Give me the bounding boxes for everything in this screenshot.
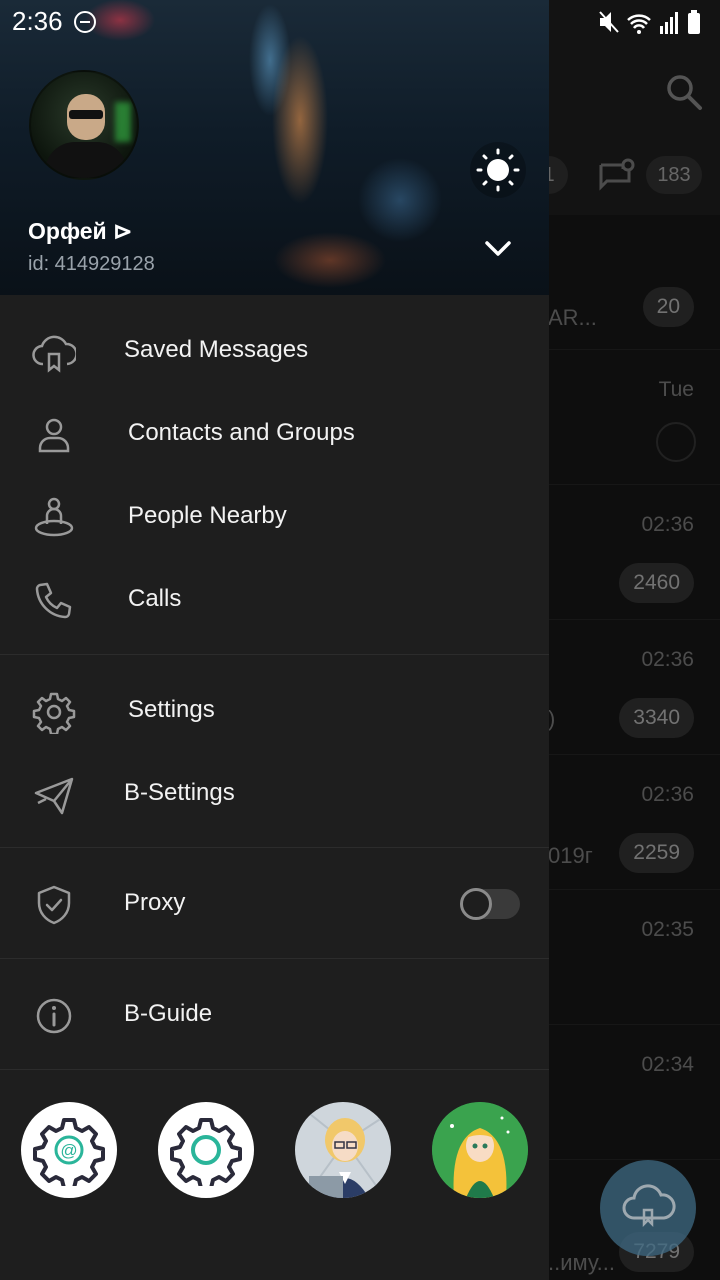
menu-item-label: B-Guide — [124, 1000, 213, 1027]
theme-toggle-button[interactable] — [470, 142, 526, 198]
status-time: 2:36 — [12, 6, 63, 36]
user-id: id: 414929128 — [28, 253, 155, 275]
menu-item-label: Contacts and Groups — [128, 419, 355, 446]
saved-messages-fab[interactable] — [600, 1160, 696, 1256]
navigation-drawer: Орфей ⊳ id: 414929128 Saved Messages Con… — [0, 0, 549, 1280]
do-not-disturb-icon — [74, 11, 96, 33]
gear-at-icon: @ — [33, 1118, 105, 1186]
menu-item-proxy[interactable]: Proxy — [0, 863, 549, 946]
user-name: Орфей ⊳ — [28, 218, 133, 244]
menu-section-settings: Settings B-Settings — [0, 655, 549, 848]
avatar[interactable] — [29, 70, 139, 180]
info-icon — [36, 998, 72, 1034]
cloud-icon — [622, 1184, 676, 1228]
account-avatar-1[interactable]: @ — [21, 1102, 117, 1198]
account-avatar-3[interactable] — [295, 1102, 391, 1198]
svg-text:@: @ — [60, 1141, 77, 1160]
menu-item-people-nearby[interactable]: People Nearby — [0, 476, 549, 559]
menu-section-main: Saved Messages Contacts and Groups Peopl… — [0, 295, 549, 655]
wifi-icon — [627, 14, 651, 34]
people-nearby-icon — [34, 497, 74, 537]
shield-icon — [37, 885, 71, 925]
anime-avatar-1 — [295, 1102, 391, 1198]
account-avatar-4[interactable] — [432, 1102, 528, 1198]
gear-icon — [32, 692, 76, 734]
anime-avatar-2 — [432, 1102, 528, 1198]
menu-item-contacts[interactable]: Contacts and Groups — [0, 393, 549, 476]
menu-item-label: Proxy — [124, 889, 186, 916]
menu-section-proxy: Proxy — [0, 848, 549, 959]
account-avatar-2[interactable] — [158, 1102, 254, 1198]
person-icon — [38, 418, 70, 453]
menu-item-label: People Nearby — [128, 502, 287, 529]
menu-item-label: Saved Messages — [124, 336, 309, 363]
cloud-bookmark-icon — [32, 335, 76, 373]
sun-icon — [476, 148, 520, 192]
menu-item-label: Settings — [128, 696, 215, 723]
menu-item-b-settings[interactable]: B-Settings — [0, 753, 549, 836]
mute-icon — [599, 11, 619, 33]
menu-item-settings[interactable]: Settings — [0, 670, 549, 753]
drawer-header: Орфей ⊳ id: 414929128 — [0, 0, 549, 295]
menu-section-guide: B-Guide — [0, 959, 549, 1070]
account-expand-button[interactable] — [478, 228, 518, 268]
menu-item-b-guide[interactable]: B-Guide — [0, 974, 549, 1057]
status-bar: 2:36 — [0, 0, 720, 44]
paper-plane-icon — [34, 777, 74, 815]
account-switcher: @ — [0, 1072, 549, 1280]
menu-item-label: B-Settings — [124, 779, 235, 806]
gear-circle-icon — [170, 1118, 242, 1186]
battery-icon — [688, 10, 700, 34]
status-icons — [599, 10, 700, 34]
menu-item-calls[interactable]: Calls — [0, 559, 549, 642]
signal-icon — [660, 12, 678, 34]
proxy-toggle[interactable] — [460, 888, 520, 920]
phone-icon — [35, 582, 72, 619]
menu-item-label: Calls — [128, 585, 182, 612]
menu-item-saved-messages[interactable]: Saved Messages — [0, 310, 549, 393]
chevron-down-icon — [485, 241, 511, 256]
